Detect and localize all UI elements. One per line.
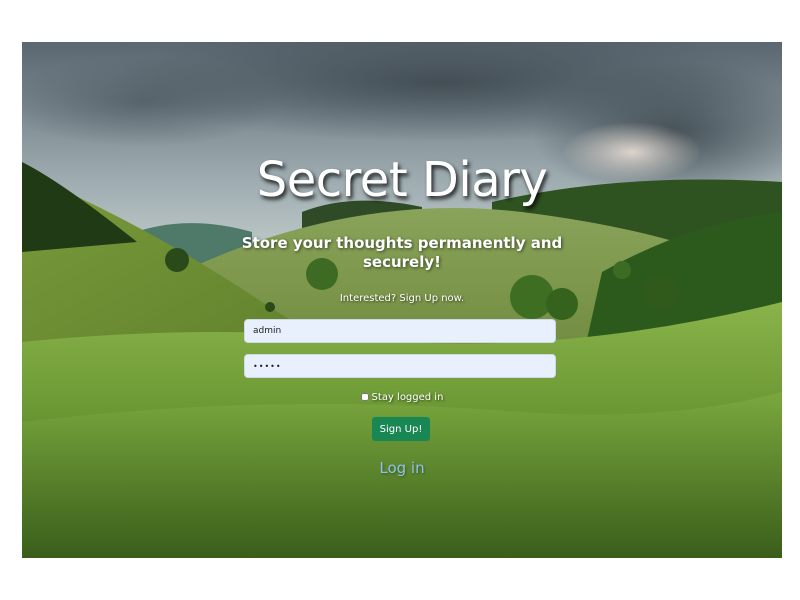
login-link[interactable]: Log in [22,459,782,477]
password-input[interactable] [244,354,556,378]
stay-logged-in-checkbox[interactable] [360,393,369,401]
page-subtitle: Store your thoughts permanently and secu… [241,234,563,271]
signup-button[interactable]: Sign Up! [372,417,430,441]
signup-prompt: Interested? Sign Up now. [339,293,465,304]
page-frame: Secret Diary Store your thoughts permane… [22,42,782,558]
stay-logged-in-row: Stay logged in [22,392,782,403]
main-content: Secret Diary Store your thoughts permane… [22,42,782,558]
username-input[interactable] [244,319,556,343]
page-title: Secret Diary [256,152,548,208]
stay-logged-in-label: Stay logged in [371,392,444,403]
